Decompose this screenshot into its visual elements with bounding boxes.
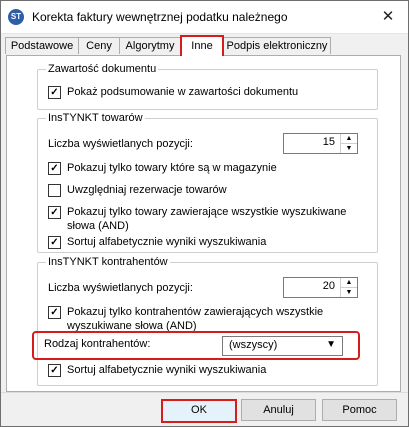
tab-ceny[interactable]: Ceny bbox=[78, 37, 120, 54]
contractor-all-words-label: Pokazuj tylko kontrahentów zawierających… bbox=[67, 306, 324, 332]
product-sort-checkbox[interactable]: ✓ bbox=[48, 236, 61, 249]
product-all-words-option[interactable]: ✓ Pokazuj tylko towary zawierające wszys… bbox=[48, 205, 366, 233]
show-summary-checkbox[interactable]: ✓ bbox=[48, 86, 61, 99]
chevron-down-icon[interactable]: ▼ bbox=[326, 339, 336, 350]
contractor-type-value: (wszyscy) bbox=[229, 339, 278, 351]
contractor-count-spin-buttons: ▲ ▼ bbox=[340, 278, 357, 297]
app-logo-icon: ST bbox=[8, 9, 24, 25]
product-sort-label: Sortuj alfabetycznie wyniki wyszukiwania bbox=[67, 236, 267, 248]
contractor-sort-option[interactable]: ✓ Sortuj alfabetycznie wyniki wyszukiwan… bbox=[48, 363, 266, 377]
contractor-type-label: Rodzaj kontrahentów: bbox=[44, 338, 151, 350]
only-in-stock-option[interactable]: ✓ Pokazuj tylko towary które są w magazy… bbox=[48, 161, 277, 175]
contractor-sort-checkbox[interactable]: ✓ bbox=[48, 364, 61, 377]
dialog-window: ST Korekta faktury wewnętrznej podatku n… bbox=[0, 0, 409, 427]
document-content-group: Zawartość dokumentu ✓ Pokaż podsumowanie… bbox=[37, 63, 378, 110]
contractor-instinct-legend: InsTYNKT kontrahentów bbox=[46, 256, 170, 268]
spin-up-icon[interactable]: ▲ bbox=[341, 278, 357, 288]
product-instinct-group: InsTYNKT towarów Liczba wyświetlanych po… bbox=[37, 112, 378, 253]
contractor-count-label: Liczba wyświetlanych pozycji: bbox=[48, 282, 193, 294]
contractor-count-value: 20 bbox=[322, 280, 335, 292]
include-reservations-label: Uwzględniaj rezerwacje towarów bbox=[67, 184, 227, 196]
include-reservations-option[interactable]: Uwzględniaj rezerwacje towarów bbox=[48, 183, 227, 197]
only-in-stock-checkbox[interactable]: ✓ bbox=[48, 162, 61, 175]
tab-inne[interactable]: Inne bbox=[180, 35, 224, 56]
product-all-words-checkbox[interactable]: ✓ bbox=[48, 206, 61, 219]
footer-divider bbox=[1, 392, 408, 393]
include-reservations-checkbox[interactable] bbox=[48, 184, 61, 197]
product-all-words-label: Pokazuj tylko towary zawierające wszystk… bbox=[67, 206, 347, 232]
product-count-label: Liczba wyświetlanych pozycji: bbox=[48, 138, 193, 150]
spin-up-icon[interactable]: ▲ bbox=[341, 134, 357, 144]
help-button[interactable]: Pomoc bbox=[322, 399, 397, 421]
product-count-spin-buttons: ▲ ▼ bbox=[340, 134, 357, 153]
product-count-value: 15 bbox=[322, 136, 335, 148]
title-bar: ST Korekta faktury wewnętrznej podatku n… bbox=[1, 1, 408, 34]
cancel-button[interactable]: Anuluj bbox=[241, 399, 316, 421]
document-content-legend: Zawartość dokumentu bbox=[46, 63, 159, 75]
tab-podpis-elektroniczny[interactable]: Podpis elektroniczny bbox=[223, 37, 331, 54]
show-summary-label: Pokaż podsumowanie w zawartości dokument… bbox=[67, 86, 299, 98]
product-instinct-legend: InsTYNKT towarów bbox=[46, 112, 145, 124]
close-icon[interactable]: ✕ bbox=[378, 7, 398, 27]
spin-down-icon[interactable]: ▼ bbox=[341, 288, 357, 297]
tab-podstawowe[interactable]: Podstawowe bbox=[5, 37, 79, 54]
product-count-stepper[interactable]: 15 ▲ ▼ bbox=[283, 133, 358, 154]
contractor-all-words-checkbox[interactable]: ✓ bbox=[48, 306, 61, 319]
contractor-instinct-group: InsTYNKT kontrahentów Liczba wyświetlany… bbox=[37, 256, 378, 386]
window-title: Korekta faktury wewnętrznej podatku nale… bbox=[32, 10, 288, 24]
contractor-type-row: Rodzaj kontrahentów: (wszyscy) ▼ bbox=[32, 331, 360, 360]
ok-button[interactable]: OK bbox=[161, 399, 237, 423]
only-in-stock-label: Pokazuj tylko towary które są w magazyni… bbox=[67, 162, 277, 174]
contractor-sort-label: Sortuj alfabetycznie wyniki wyszukiwania bbox=[67, 364, 267, 376]
show-summary-option[interactable]: ✓ Pokaż podsumowanie w zawartości dokume… bbox=[48, 85, 298, 99]
contractor-count-stepper[interactable]: 20 ▲ ▼ bbox=[283, 277, 358, 298]
spin-down-icon[interactable]: ▼ bbox=[341, 144, 357, 153]
product-sort-option[interactable]: ✓ Sortuj alfabetycznie wyniki wyszukiwan… bbox=[48, 235, 266, 249]
tab-algorytmy[interactable]: Algorytmy bbox=[119, 37, 181, 54]
contractor-all-words-option[interactable]: ✓ Pokazuj tylko kontrahentów zawierający… bbox=[48, 305, 348, 333]
contractor-type-select[interactable]: (wszyscy) ▼ bbox=[222, 336, 343, 356]
